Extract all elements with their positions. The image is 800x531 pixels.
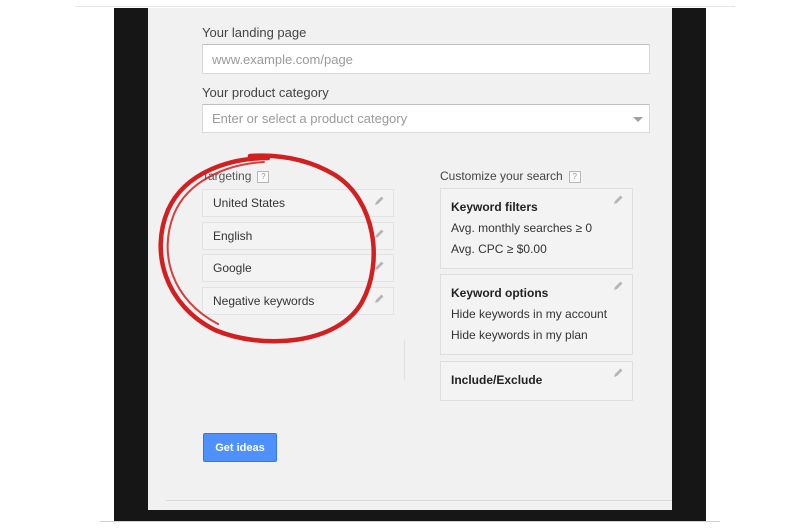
targeting-item-label: United States <box>213 196 286 210</box>
card-line: Hide keywords in my account <box>451 307 608 321</box>
targeting-item-location[interactable]: United States <box>202 189 394 217</box>
help-icon[interactable]: ? <box>257 171 270 183</box>
pencil-icon[interactable] <box>373 195 385 207</box>
customize-heading: Customize your search? <box>440 169 581 183</box>
dropdown-arrow-icon[interactable] <box>633 117 643 122</box>
targeting-label: Targeting <box>202 169 252 183</box>
card-title: Include/Exclude <box>451 373 543 387</box>
top-divider <box>75 6 735 7</box>
get-ideas-button[interactable]: Get ideas <box>203 433 277 462</box>
panel-bottom-divider <box>166 500 672 501</box>
pencil-icon[interactable] <box>612 367 624 379</box>
product-category-select[interactable]: Enter or select a product category <box>202 104 650 133</box>
customize-label: Customize your search <box>440 169 563 183</box>
pencil-icon[interactable] <box>612 280 624 292</box>
include-exclude-card[interactable]: Include/Exclude <box>440 361 633 401</box>
card-title: Keyword options <box>451 286 549 300</box>
pencil-icon[interactable] <box>612 194 624 206</box>
landing-page-placeholder: www.example.com/page <box>212 51 353 67</box>
product-category-placeholder: Enter or select a product category <box>212 111 408 126</box>
targeting-item-label: Negative keywords <box>213 294 315 308</box>
targeting-heading: Targeting? <box>202 169 270 183</box>
keyword-options-card[interactable]: Keyword options Hide keywords in my acco… <box>440 274 633 355</box>
card-line: Hide keywords in my plan <box>451 328 588 342</box>
pencil-icon[interactable] <box>373 228 385 240</box>
product-category-label: Your product category <box>202 85 329 100</box>
help-icon[interactable]: ? <box>568 171 581 183</box>
card-title: Keyword filters <box>451 200 538 214</box>
pencil-icon[interactable] <box>373 293 385 305</box>
targeting-item-language[interactable]: English <box>202 222 394 250</box>
landing-page-label: Your landing page <box>202 25 307 40</box>
targeting-item-label: English <box>213 229 253 243</box>
card-line: Avg. CPC ≥ $0.00 <box>451 242 547 256</box>
card-line: Avg. monthly searches ≥ 0 <box>451 221 593 235</box>
column-divider <box>404 340 405 380</box>
targeting-item-label: Google <box>213 261 252 275</box>
keyword-filters-card[interactable]: Keyword filters Avg. monthly searches ≥ … <box>440 188 633 269</box>
pencil-icon[interactable] <box>373 260 385 272</box>
targeting-item-network[interactable]: Google <box>202 254 394 282</box>
targeting-item-negative-keywords[interactable]: Negative keywords <box>202 287 394 315</box>
landing-page-input[interactable]: www.example.com/page <box>202 44 650 74</box>
